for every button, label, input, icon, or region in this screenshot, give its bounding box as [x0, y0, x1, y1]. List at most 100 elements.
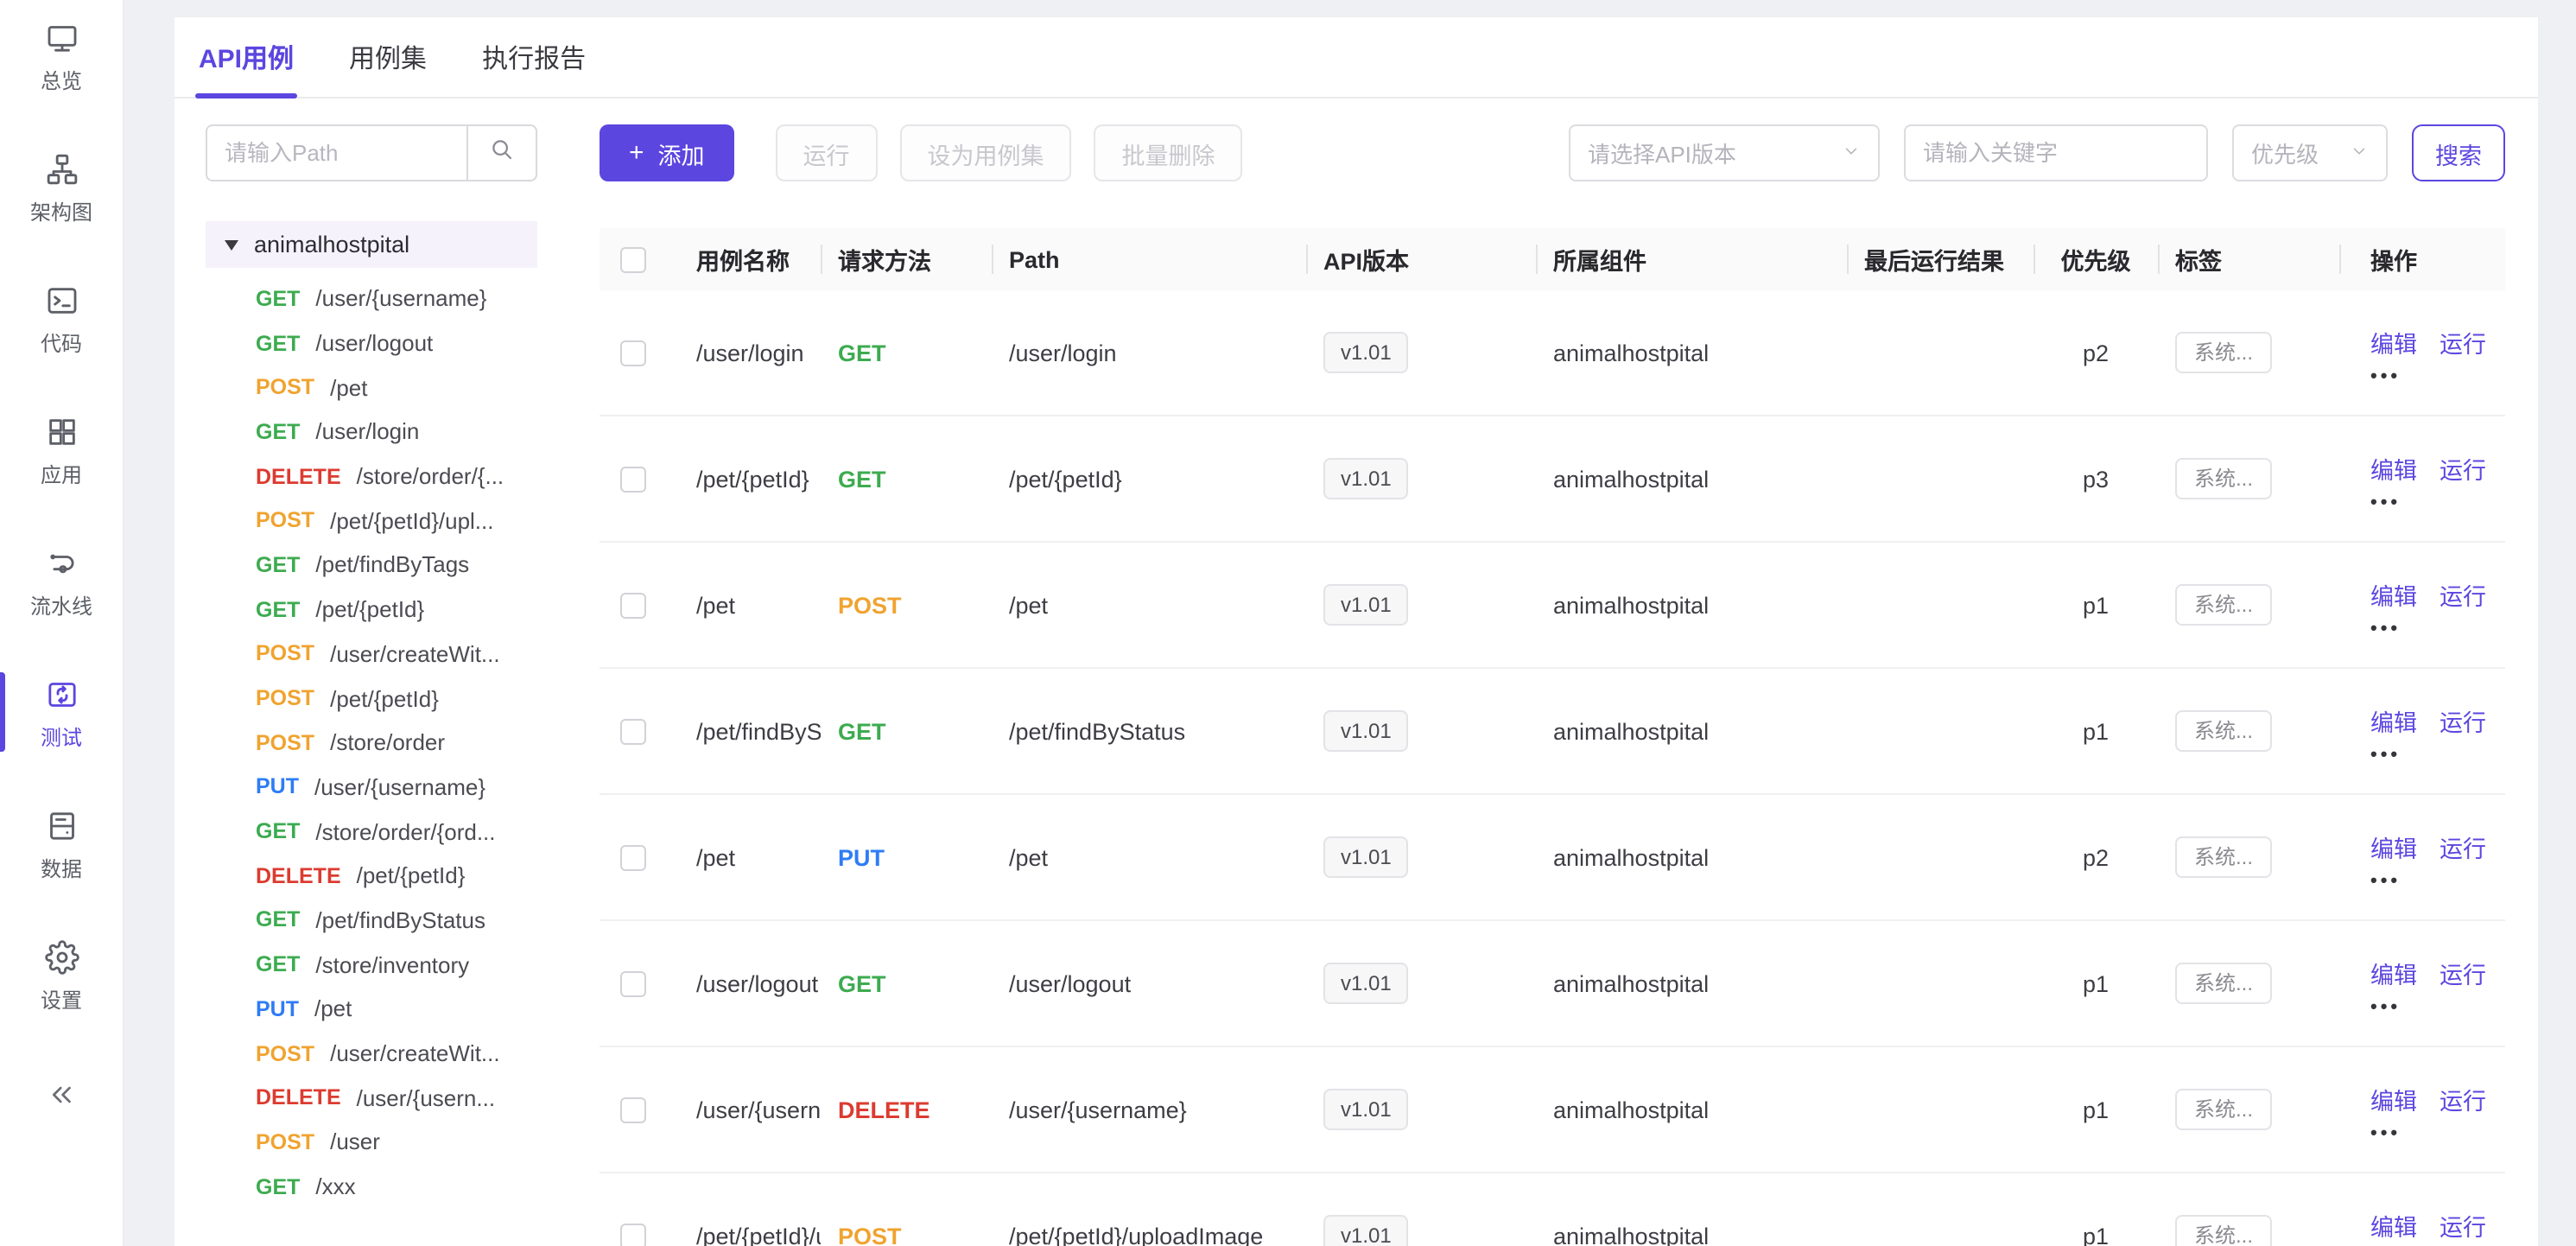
case-name-cell: /pet/findBySt...: [679, 718, 821, 744]
tree-item[interactable]: PUT /pet: [206, 987, 537, 1031]
row-checkbox[interactable]: [620, 467, 646, 493]
tree-item-path: /user/{username}: [315, 286, 486, 312]
run-link[interactable]: 运行: [2440, 829, 2486, 863]
tree-item-path: /user/createWit...: [330, 641, 500, 667]
more-actions-button[interactable]: •••: [2370, 371, 2401, 381]
edit-link[interactable]: 编辑: [2370, 829, 2417, 863]
run-link[interactable]: 运行: [2440, 450, 2486, 485]
sidebar-item-overview[interactable]: 总览: [0, 21, 123, 93]
tree-item[interactable]: GET /user/{username}: [206, 277, 537, 321]
tree-item[interactable]: GET /xxx: [206, 1165, 537, 1209]
tree-item[interactable]: GET /store/inventory: [206, 943, 537, 987]
run-button[interactable]: 运行: [776, 124, 878, 181]
more-actions-button[interactable]: •••: [2370, 1128, 2401, 1138]
edit-link[interactable]: 编辑: [2370, 576, 2417, 611]
tree-item[interactable]: POST /user/createWit...: [206, 632, 537, 676]
edit-link[interactable]: 编辑: [2370, 1207, 2417, 1242]
run-link[interactable]: 运行: [2440, 702, 2486, 737]
tree-item[interactable]: GET /store/order/{ord...: [206, 810, 537, 854]
col-header-priority: 优先级: [2034, 242, 2158, 277]
more-actions-button[interactable]: •••: [2370, 1001, 2401, 1012]
component-cell: animalhostpital: [1536, 466, 1847, 492]
path-search-input[interactable]: [206, 124, 466, 181]
tree-item[interactable]: GET /pet/findByStatus: [206, 898, 537, 942]
sidebar-item-apps[interactable]: 应用: [0, 415, 123, 487]
sidebar-item-code[interactable]: 代码: [0, 283, 123, 356]
more-actions-button[interactable]: •••: [2370, 623, 2401, 633]
tree-item-path: /pet/findByStatus: [315, 907, 485, 933]
edit-link[interactable]: 编辑: [2370, 324, 2417, 359]
more-actions-button[interactable]: •••: [2370, 749, 2401, 760]
case-name-cell: /user/logout: [679, 970, 821, 996]
run-link[interactable]: 运行: [2440, 955, 2486, 989]
tree-item[interactable]: DELETE /pet/{petId}: [206, 854, 537, 898]
edit-link[interactable]: 编辑: [2370, 702, 2417, 737]
tree-item[interactable]: GET /pet/findByTags: [206, 543, 537, 587]
tree-item[interactable]: GET /user/logout: [206, 321, 537, 365]
run-link[interactable]: 运行: [2440, 576, 2486, 611]
tab-run-reports[interactable]: 执行报告: [482, 17, 586, 97]
select-all-checkbox[interactable]: [620, 247, 646, 273]
table-row: /pet POST /pet v1.01 animalhostpital p1 …: [600, 543, 2505, 669]
tree-item-path: /pet: [314, 996, 352, 1022]
tree-item[interactable]: POST /store/order: [206, 721, 537, 765]
version-badge: v1.01: [1323, 1089, 1409, 1130]
search-button[interactable]: 搜索: [2412, 124, 2505, 181]
edit-link[interactable]: 编辑: [2370, 1081, 2417, 1116]
priority-select[interactable]: 优先级: [2232, 124, 2388, 181]
sidebar-item-settings[interactable]: 设置: [0, 940, 123, 1013]
batch-delete-button[interactable]: 批量删除: [1094, 124, 1243, 181]
sidebar-item-test[interactable]: 测试: [0, 677, 123, 750]
tree-item-method: GET: [256, 331, 300, 355]
run-link[interactable]: 运行: [2440, 1207, 2486, 1242]
sidebar-item-architecture[interactable]: 架构图: [0, 152, 123, 225]
add-button[interactable]: + 添加: [600, 124, 734, 181]
edit-link[interactable]: 编辑: [2370, 450, 2417, 485]
version-badge: v1.01: [1323, 584, 1409, 626]
sidebar-collapse-button[interactable]: [45, 1078, 78, 1120]
tree-item[interactable]: POST /pet/{petId}: [206, 676, 537, 720]
tree-item[interactable]: PUT /user/{username}: [206, 765, 537, 809]
row-checkbox[interactable]: [620, 845, 646, 871]
row-checkbox[interactable]: [620, 1097, 646, 1123]
tree-item[interactable]: GET /user/login: [206, 410, 537, 454]
row-checkbox[interactable]: [620, 340, 646, 366]
tree-item[interactable]: POST /user/createWit...: [206, 1031, 537, 1075]
path-cell: /pet/findByStatus: [992, 718, 1306, 744]
tree-item[interactable]: DELETE /store/order/{...: [206, 455, 537, 499]
row-checkbox[interactable]: [620, 719, 646, 745]
tree-item[interactable]: GET /pet/{petId}: [206, 588, 537, 632]
col-header-name: 用例名称: [679, 242, 821, 277]
keyword-input[interactable]: [1904, 124, 2208, 181]
tree-item-method: GET: [256, 420, 300, 444]
pipeline-icon: [44, 546, 79, 589]
case-name-cell: /user/login: [679, 340, 821, 366]
more-actions-button[interactable]: •••: [2370, 875, 2401, 886]
run-link[interactable]: 运行: [2440, 1081, 2486, 1116]
tree-item-method: GET: [256, 952, 300, 976]
priority-cell: p1: [2034, 1223, 2158, 1246]
edit-link[interactable]: 编辑: [2370, 955, 2417, 989]
run-link[interactable]: 运行: [2440, 324, 2486, 359]
more-actions-button[interactable]: •••: [2370, 497, 2401, 507]
tree-item[interactable]: POST /pet: [206, 366, 537, 410]
set-as-suite-button[interactable]: 设为用例集: [900, 124, 1072, 181]
row-checkbox[interactable]: [620, 593, 646, 619]
sidebar-item-data[interactable]: 数据: [0, 809, 123, 881]
tree-item[interactable]: POST /pet/{petId}/upl...: [206, 499, 537, 543]
priority-cell: p1: [2034, 970, 2158, 996]
row-checkbox[interactable]: [620, 971, 646, 997]
sidebar-item-pipeline[interactable]: 流水线: [0, 546, 123, 619]
row-checkbox[interactable]: [620, 1224, 646, 1246]
api-version-select[interactable]: 请选择API版本: [1569, 124, 1880, 181]
tree-item[interactable]: DELETE /user/{usern...: [206, 1076, 537, 1120]
tree-item[interactable]: POST /user: [206, 1120, 537, 1164]
priority-cell: p1: [2034, 718, 2158, 744]
tab-api-cases[interactable]: API用例: [199, 17, 294, 97]
tree-root-node[interactable]: animalhostpital: [206, 221, 537, 268]
component-cell: animalhostpital: [1536, 844, 1847, 870]
tab-case-suites[interactable]: 用例集: [349, 17, 427, 97]
terminal-icon: [44, 283, 79, 327]
tag-badge: 系统...: [2175, 836, 2272, 878]
path-search-button[interactable]: [466, 124, 537, 181]
